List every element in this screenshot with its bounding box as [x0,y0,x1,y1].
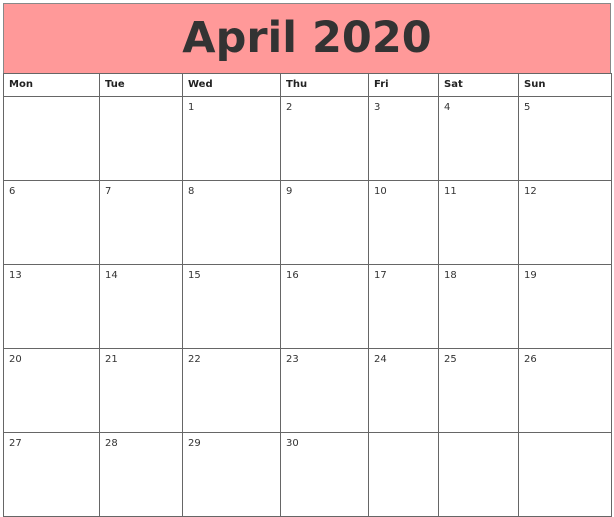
day-cell: 10 [368,180,439,265]
week-row: 12345 [3,96,612,181]
day-cell [3,96,100,181]
day-cell: 3 [368,96,439,181]
weekday-mon: Mon [3,73,100,97]
weekday-sat: Sat [438,73,519,97]
weekday-thu: Thu [280,73,369,97]
week-row: 20 21 22 23 24 25 26 [3,348,612,433]
day-cell [368,432,439,517]
day-cell [99,96,183,181]
day-cell: 17 [368,264,439,349]
day-cell: 15 [182,264,281,349]
day-cell [518,432,612,517]
weekday-tue: Tue [99,73,183,97]
day-cell: 12 [518,180,612,265]
day-cell: 24 [368,348,439,433]
day-cell: 14 [99,264,183,349]
day-cell: 1 [182,96,281,181]
day-cell: 22 [182,348,281,433]
week-row: 27 28 29 30 [3,432,612,517]
weekday-sun: Sun [518,73,612,97]
day-cell: 25 [438,348,519,433]
day-cell: 5 [518,96,612,181]
day-cell: 27 [3,432,100,517]
calendar: April 2020 Mon Tue Wed Thu Fri Sat Sun 1… [3,3,612,517]
week-row: 13 14 15 16 17 18 19 [3,264,612,349]
day-cell [438,432,519,517]
day-cell: 29 [182,432,281,517]
day-cell: 16 [280,264,369,349]
weekday-wed: Wed [182,73,281,97]
day-cell: 18 [438,264,519,349]
day-cell: 20 [3,348,100,433]
day-cell: 9 [280,180,369,265]
weekday-header-row: Mon Tue Wed Thu Fri Sat Sun [3,73,612,97]
day-cell: 7 [99,180,183,265]
day-cell: 28 [99,432,183,517]
day-cell: 13 [3,264,100,349]
month-title: April 2020 [182,13,432,63]
month-header: April 2020 [3,3,611,74]
calendar-grid: Mon Tue Wed Thu Fri Sat Sun 1 2 3 4 5 6 7 8 9 10 1… [3,73,612,517]
day-cell: 26 [518,348,612,433]
day-cell: 30 [280,432,369,517]
day-cell: 21 [99,348,183,433]
day-cell: 19 [518,264,612,349]
day-cell: 8 [182,180,281,265]
week-row: 6 7 8 9 10 11 12 [3,180,612,265]
weekday-fri: Fri [368,73,439,97]
day-cell: 2 [280,96,369,181]
day-cell: 23 [280,348,369,433]
day-cell: 4 [438,96,519,181]
day-cell: 11 [438,180,519,265]
day-cell: 6 [3,180,100,265]
